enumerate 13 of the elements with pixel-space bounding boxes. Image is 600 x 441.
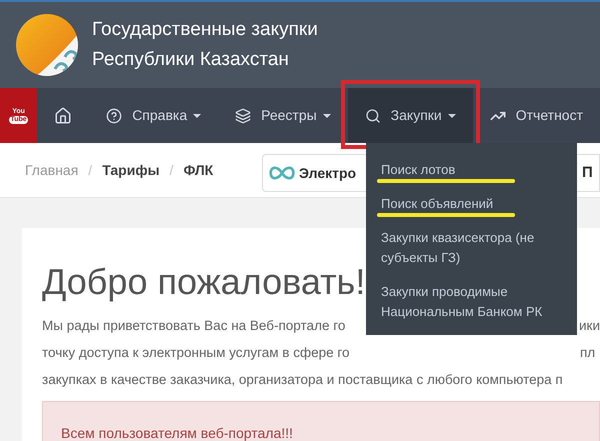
breadcrumb-separator: /: [88, 160, 92, 180]
service-name: Электро: [299, 164, 356, 183]
service-name: П: [582, 162, 594, 183]
intro-text: точку доступа к электронным услугам в сфере го: [42, 344, 350, 362]
breadcrumb-separator: /: [170, 160, 174, 180]
intro-text: закупках в качестве заказчика, организатора и поставщика с любого компьютера п: [42, 371, 563, 389]
intro-text: ики: [579, 317, 600, 335]
intro-text: Мы рады приветствовать Вас на Веб-портале го: [42, 317, 346, 335]
welcome-heading: Добро пожаловать!: [42, 260, 366, 304]
intro-text: пл: [580, 344, 596, 362]
site-title: Республики Казахстан: [92, 48, 290, 72]
site-title: Государственные закупки: [92, 18, 318, 42]
alert-text: Всем пользователям веб-портала!!!: [61, 425, 293, 441]
